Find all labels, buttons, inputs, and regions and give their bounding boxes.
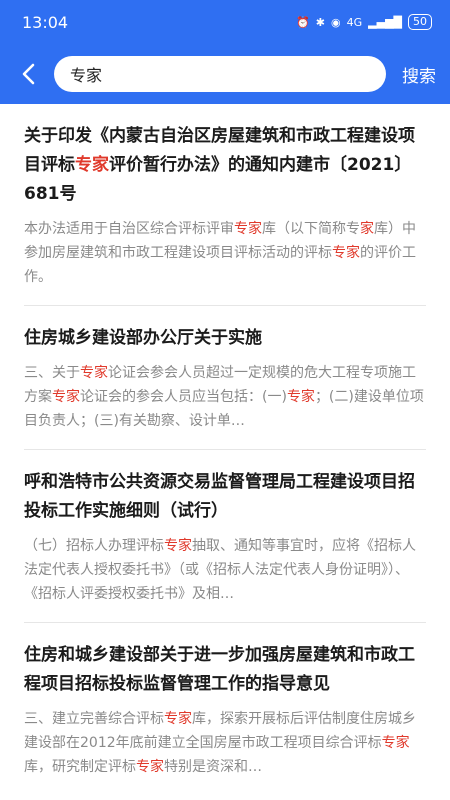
keyword-highlight: 家 <box>360 221 374 237</box>
snippet-text: 三、关于 <box>24 365 80 381</box>
bluetooth-icon: ✱ <box>315 15 326 29</box>
result-title: 呼和浩特市公共资源交易监督管理局工程建设项目招投标工作实施细则（试行） <box>24 468 426 526</box>
wifi-icon: ◉ <box>331 15 341 29</box>
result-item[interactable]: 呼和浩特市公共资源交易监督管理局工程建设项目招投标工作实施细则（试行） （七）招标… <box>24 450 426 623</box>
result-snippet: （七）招标人办理评标专家抽取、通知等事宜时，应将《招标人法定代表人授权委托书》（… <box>24 534 426 606</box>
title-text: 住房城乡建设部办公厅关于实施 <box>24 328 262 348</box>
keyword-highlight: 专家 <box>381 735 410 751</box>
result-title: 住房城乡建设部办公厅关于实施 <box>24 324 426 353</box>
keyword-highlight: 专家 <box>164 711 192 727</box>
search-box[interactable] <box>54 56 386 92</box>
snippet-text: 本办法适用于自治区综合评标评审 <box>24 221 234 237</box>
keyword-highlight: 专家 <box>234 221 262 237</box>
keyword-highlight: 专家 <box>164 538 192 554</box>
snippet-text: 特别是资深和… <box>164 759 262 775</box>
snippet-text: 三、建立完善综合评标 <box>24 711 164 727</box>
result-snippet: 三、建立完善综合评标专家库，探索开展标后评估制度住房城乡建设部在2012年底前建… <box>24 707 426 779</box>
result-item[interactable]: 住房和城乡建设部关于进一步加强房屋建筑和市政工程项目招标投标监督管理工作的指导意… <box>24 623 426 795</box>
title-text: 住房和城乡建设部关于进一步加强房屋建筑和市政工程项目招标投标监督管理工作的指导意… <box>24 645 415 694</box>
snippet-text: 库，研究制定评标 <box>24 759 136 775</box>
result-title: 住房和城乡建设部关于进一步加强房屋建筑和市政工程项目招标投标监督管理工作的指导意… <box>24 641 426 699</box>
status-bar: 13:04 ⏰ ✱ ◉ 4G ▂▄▆█ 50 <box>0 0 450 44</box>
result-item[interactable]: 关于印发《内蒙古自治区房屋建筑和市政工程建设项目评标专家评价暂行办法》的通知内建… <box>24 104 426 306</box>
result-snippet: 本办法适用于自治区综合评标评审专家库（以下简称专家库）中参加房屋建筑和市政工程建… <box>24 217 426 289</box>
back-button[interactable] <box>16 62 40 86</box>
snippet-text: 论证会的参会人员应当包括：(一) <box>80 389 287 405</box>
header: 13:04 ⏰ ✱ ◉ 4G ▂▄▆█ 50 搜索 <box>0 0 450 104</box>
result-title: 关于印发《内蒙古自治区房屋建筑和市政工程建设项目评标专家评价暂行办法》的通知内建… <box>24 122 426 209</box>
keyword-highlight: 专家 <box>52 389 80 405</box>
result-item[interactable]: 住房城乡建设部办公厅关于实施三、关于专家论证会参会人员超过一定规模的危大工程专项… <box>24 306 426 450</box>
search-input[interactable] <box>68 63 372 85</box>
results-list: 关于印发《内蒙古自治区房屋建筑和市政工程建设项目评标专家评价暂行办法》的通知内建… <box>0 104 450 795</box>
battery-level: 50 <box>413 15 427 28</box>
status-time: 13:04 <box>22 12 69 32</box>
chevron-left-icon <box>22 63 35 85</box>
keyword-highlight: 专家 <box>332 245 360 261</box>
search-bar: 搜索 <box>0 44 450 104</box>
snippet-text: 库（以下简称专 <box>262 221 360 237</box>
status-icons: ⏰ ✱ ◉ 4G ▂▄▆█ 50 <box>296 14 432 30</box>
title-text: 呼和浩特市公共资源交易监督管理局工程建设项目招投标工作实施细则（试行） <box>24 472 415 521</box>
result-snippet: 三、关于专家论证会参会人员超过一定规模的危大工程专项施工方案专家论证会的参会人员… <box>24 361 426 433</box>
alarm-icon: ⏰ <box>296 15 310 29</box>
keyword-highlight: 专家 <box>136 759 164 775</box>
keyword-highlight: 专家 <box>80 365 108 381</box>
keyword-highlight: 专家 <box>286 389 315 405</box>
search-button[interactable]: 搜索 <box>402 62 436 87</box>
battery-icon: 50 <box>408 14 432 30</box>
signal-icon: ▂▄▆█ <box>368 15 402 29</box>
keyword-highlight: 专家 <box>75 155 109 175</box>
snippet-text: （七）招标人办理评标 <box>24 538 164 554</box>
network-label: 4G <box>346 15 363 29</box>
